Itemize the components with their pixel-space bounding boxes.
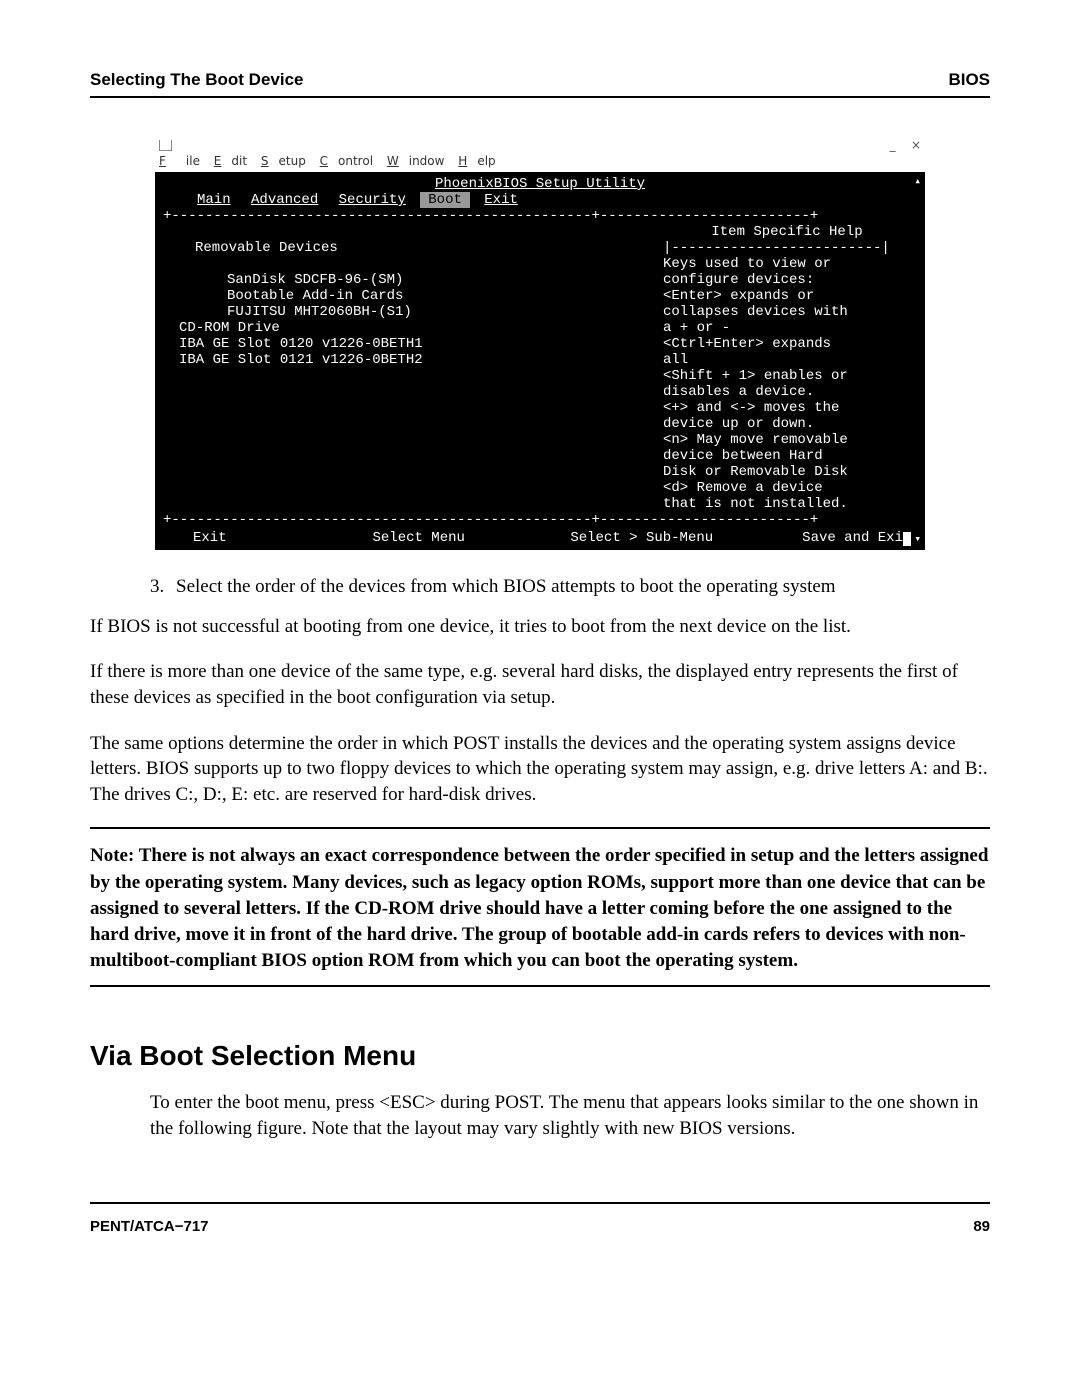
help-line: configure devices: bbox=[663, 272, 911, 288]
bios-window: _ × File Edit Setup Control Window Help … bbox=[155, 138, 925, 550]
device-item[interactable]: SanDisk SDCFB-96-(SM) bbox=[171, 272, 657, 288]
help-line: device between Hard bbox=[663, 448, 911, 464]
footer-exit: Exit bbox=[163, 530, 373, 546]
list-text: Select the order of the devices from whi… bbox=[176, 574, 836, 600]
iba-slot-1[interactable]: IBA GE Slot 0120 v1226-0BETH1 bbox=[171, 336, 657, 352]
tab-boot[interactable]: Boot bbox=[420, 192, 470, 208]
bios-screen: ▴ PhoenixBIOS Setup Utility Main Advance… bbox=[155, 172, 925, 550]
bios-left-pane: Removable Devices SanDisk SDCFB-96-(SM) … bbox=[163, 224, 657, 512]
scroll-down-icon[interactable]: ▾ bbox=[914, 532, 921, 548]
window-titlebar: _ × bbox=[155, 138, 925, 154]
menu-control[interactable]: Control bbox=[320, 154, 373, 168]
help-line: that is not installed. bbox=[663, 496, 911, 512]
help-line: <+> and <-> moves the bbox=[663, 400, 911, 416]
menu-help[interactable]: Help bbox=[458, 154, 495, 168]
paragraph: If BIOS is not successful at booting fro… bbox=[90, 614, 990, 640]
footer-doc-id: PENT/ATCA−717 bbox=[90, 1218, 209, 1235]
help-line: disables a device. bbox=[663, 384, 911, 400]
bios-title: PhoenixBIOS Setup Utility bbox=[163, 176, 917, 192]
header-right: BIOS bbox=[948, 70, 990, 90]
scroll-up-icon[interactable]: ▴ bbox=[914, 174, 921, 190]
help-sep: |-------------------------| bbox=[663, 240, 911, 256]
help-line: collapses devices with bbox=[663, 304, 911, 320]
device-item[interactable]: Bootable Add-in Cards bbox=[171, 288, 657, 304]
menu-setup[interactable]: Setup bbox=[261, 154, 306, 168]
tab-security[interactable]: Security bbox=[333, 192, 412, 208]
note-body: There is not always an exact corresponde… bbox=[90, 845, 988, 971]
bios-border-bottom: +---------------------------------------… bbox=[163, 512, 917, 528]
help-line: device up or down. bbox=[663, 416, 911, 432]
help-line: <Enter> expands or bbox=[663, 288, 911, 304]
minimize-button[interactable]: _ bbox=[890, 138, 896, 152]
tab-advanced[interactable]: Advanced bbox=[245, 192, 324, 208]
page-footer: PENT/ATCA−717 89 bbox=[90, 1204, 990, 1235]
help-line: <Shift + 1> enables or bbox=[663, 368, 911, 384]
paragraph: To enter the boot menu, press <ESC> duri… bbox=[150, 1090, 990, 1141]
footer-select-sub: Select > Sub-Menu bbox=[552, 530, 732, 546]
page-number: 89 bbox=[973, 1218, 990, 1235]
header-rule bbox=[90, 96, 990, 98]
page-header: Selecting The Boot Device BIOS bbox=[90, 70, 990, 90]
help-line: all bbox=[663, 352, 911, 368]
help-title: Item Specific Help bbox=[663, 224, 911, 240]
page: Selecting The Boot Device BIOS _ × File … bbox=[0, 0, 1080, 1285]
paragraph: If there is more than one device of the … bbox=[90, 659, 990, 710]
window-menubar: File Edit Setup Control Window Help bbox=[155, 154, 925, 172]
footer-select-menu: Select Menu bbox=[373, 530, 553, 546]
note-rule-top bbox=[90, 827, 990, 829]
bios-footer: Exit Select Menu Select > Sub-Menu Save … bbox=[163, 528, 917, 546]
header-left: Selecting The Boot Device bbox=[90, 70, 304, 90]
help-line: a + or - bbox=[663, 320, 911, 336]
help-line: Disk or Removable Disk bbox=[663, 464, 911, 480]
removable-devices[interactable]: Removable Devices bbox=[171, 240, 657, 256]
help-line: <n> May move removable bbox=[663, 432, 911, 448]
note-block: Note: There is not always an exact corre… bbox=[90, 843, 990, 974]
bios-tabs: Main Advanced Security Boot Exit bbox=[163, 192, 917, 208]
cursor-icon bbox=[903, 532, 911, 546]
menu-file[interactable]: File bbox=[159, 154, 200, 168]
cdrom-drive[interactable]: CD-ROM Drive bbox=[171, 320, 657, 336]
menu-edit[interactable]: Edit bbox=[214, 154, 247, 168]
note-rule-bottom bbox=[90, 985, 990, 987]
terminal-icon bbox=[159, 140, 172, 151]
help-line: Keys used to view or bbox=[663, 256, 911, 272]
tab-exit[interactable]: Exit bbox=[478, 192, 524, 208]
close-button[interactable]: × bbox=[911, 138, 921, 152]
iba-slot-2[interactable]: IBA GE Slot 0121 v1226-0BETH2 bbox=[171, 352, 657, 368]
list-number: 3. bbox=[150, 574, 176, 600]
menu-window[interactable]: Window bbox=[387, 154, 445, 168]
help-line: <d> Remove a device bbox=[663, 480, 911, 496]
footer-save-exit: Save and Exi bbox=[732, 530, 918, 546]
tab-main[interactable]: Main bbox=[191, 192, 237, 208]
paragraph: The same options determine the order in … bbox=[90, 731, 990, 808]
section-heading: Via Boot Selection Menu bbox=[90, 1037, 990, 1075]
list-item-3: 3. Select the order of the devices from … bbox=[150, 574, 990, 600]
note-lead: Note: bbox=[90, 845, 134, 866]
bios-border-top: +---------------------------------------… bbox=[163, 208, 917, 224]
device-item[interactable]: FUJITSU MHT2060BH-(S1) bbox=[171, 304, 657, 320]
help-line: <Ctrl+Enter> expands bbox=[663, 336, 911, 352]
bios-help-pane: Item Specific Help |--------------------… bbox=[657, 224, 917, 512]
